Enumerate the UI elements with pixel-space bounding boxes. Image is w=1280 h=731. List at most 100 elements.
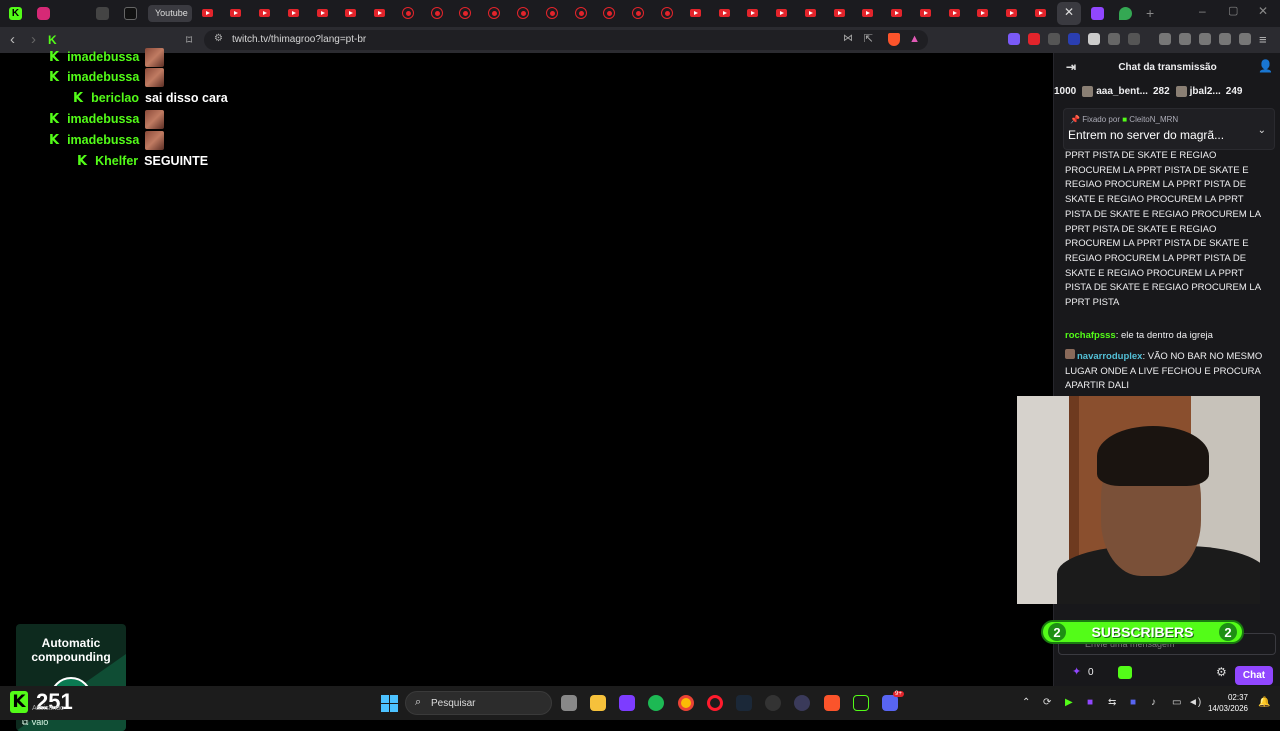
close-window-button[interactable]: ✕ bbox=[1258, 4, 1268, 18]
users-icon[interactable]: 👤 bbox=[1258, 59, 1273, 73]
extension-icon[interactable] bbox=[1048, 33, 1060, 45]
steam-icon[interactable] bbox=[736, 695, 752, 711]
chrome-icon[interactable] bbox=[678, 695, 694, 711]
music-icon[interactable] bbox=[1159, 33, 1171, 45]
minimize-button[interactable]: – bbox=[1199, 4, 1206, 18]
spotify-icon[interactable] bbox=[648, 695, 664, 711]
site-info-icon[interactable]: ⚙ bbox=[214, 33, 223, 44]
sidebar-icon[interactable] bbox=[1179, 33, 1191, 45]
stream-video[interactable]: Kimadebussa Kimadebussa Kbericlao sai disso… bbox=[0, 47, 1053, 731]
youtube-icon[interactable] bbox=[259, 9, 270, 17]
tab-icon[interactable] bbox=[96, 7, 109, 20]
youtube-icon[interactable] bbox=[776, 9, 787, 17]
maps-tab-icon[interactable] bbox=[1119, 7, 1132, 20]
youtube-icon[interactable] bbox=[719, 9, 730, 17]
gifter-entry[interactable]: aaa_bent... 282 bbox=[1082, 85, 1170, 97]
new-tab-button[interactable]: + bbox=[1146, 5, 1154, 21]
app-icon[interactable] bbox=[794, 695, 810, 711]
microphone-icon[interactable]: ♪ bbox=[1151, 697, 1156, 708]
share-icon[interactable]: ⇱ bbox=[864, 32, 873, 45]
tray-icon[interactable]: ⇆ bbox=[1108, 697, 1116, 708]
chevron-up-icon[interactable]: ⌃ bbox=[1022, 697, 1030, 708]
youtube-icon[interactable] bbox=[202, 9, 213, 17]
chat-username[interactable]: navarroduplex bbox=[1077, 351, 1142, 362]
file-explorer-icon[interactable] bbox=[590, 695, 606, 711]
extension-icon[interactable] bbox=[1008, 33, 1020, 45]
back-button[interactable]: ‹ bbox=[10, 31, 15, 49]
reader-mode-icon[interactable]: ⋈ bbox=[843, 33, 853, 44]
youtube-icon[interactable] bbox=[603, 7, 615, 19]
app-icon[interactable] bbox=[619, 695, 635, 711]
youtube-icon[interactable] bbox=[920, 9, 931, 17]
tray-icon[interactable]: ⟳ bbox=[1043, 697, 1051, 708]
gifter-entry[interactable]: 1000 bbox=[1054, 86, 1076, 97]
opera-icon[interactable] bbox=[707, 695, 723, 711]
youtube-icon[interactable] bbox=[977, 9, 988, 17]
youtube-icon[interactable] bbox=[546, 7, 558, 19]
volume-icon[interactable]: ◄) bbox=[1188, 697, 1201, 708]
app-icon[interactable] bbox=[853, 695, 869, 711]
extension-icon[interactable] bbox=[1088, 33, 1100, 45]
brave-rewards-icon[interactable]: ▲ bbox=[909, 33, 920, 45]
youtube-icon[interactable] bbox=[402, 7, 414, 19]
brave-shield-icon[interactable] bbox=[888, 33, 900, 46]
windows-start-icon[interactable] bbox=[381, 695, 398, 712]
pinned-message[interactable]: 📌 Fixado por ■ CleitoN_MRN Entrem no ser… bbox=[1063, 108, 1275, 150]
youtube-icon[interactable] bbox=[459, 7, 471, 19]
url-field[interactable]: ⚙ twitch.tv/thimagroo?lang=pt-br ⋈ ⇱ ▲ bbox=[204, 30, 928, 50]
extension-icon[interactable] bbox=[1068, 33, 1080, 45]
points-icon[interactable]: ✦ bbox=[1072, 665, 1081, 678]
chat-username[interactable]: rochafpsss bbox=[1065, 330, 1116, 341]
youtube-icon[interactable] bbox=[488, 7, 500, 19]
puzzle-icon[interactable] bbox=[1108, 33, 1120, 45]
twitch-tab-icon[interactable] bbox=[1091, 7, 1104, 20]
forward-button[interactable]: › bbox=[31, 31, 36, 49]
youtube-icon[interactable] bbox=[517, 7, 529, 19]
maximize-button[interactable]: ▢ bbox=[1228, 4, 1238, 17]
youtube-tab[interactable]: Youtube bbox=[148, 5, 192, 22]
youtube-icon[interactable] bbox=[690, 9, 701, 17]
youtube-icon[interactable] bbox=[1006, 9, 1017, 17]
menu-icon[interactable]: ≡ bbox=[1259, 31, 1267, 49]
youtube-icon[interactable] bbox=[891, 9, 902, 17]
youtube-icon[interactable] bbox=[345, 9, 356, 17]
tray-icon[interactable]: ■ bbox=[1087, 697, 1093, 708]
instagram-tab-icon[interactable] bbox=[37, 7, 50, 20]
task-view-icon[interactable] bbox=[561, 695, 577, 711]
youtube-icon[interactable] bbox=[1035, 9, 1046, 17]
active-tab[interactable]: ✕ bbox=[1057, 2, 1081, 25]
bookmark-icon[interactable]: ⌑ bbox=[186, 31, 192, 49]
collapse-chat-icon[interactable]: ⇥ bbox=[1066, 60, 1076, 74]
url-text[interactable]: twitch.tv/thimagroo?lang=pt-br bbox=[232, 34, 366, 45]
vpn-icon[interactable] bbox=[1239, 33, 1251, 45]
youtube-icon[interactable] bbox=[374, 9, 385, 17]
youtube-icon[interactable] bbox=[431, 7, 443, 19]
youtube-icon[interactable] bbox=[317, 9, 328, 17]
kick-tab-icon[interactable]: K bbox=[9, 7, 22, 20]
tray-icon[interactable]: ▶ bbox=[1065, 697, 1073, 708]
youtube-icon[interactable] bbox=[949, 9, 960, 17]
notification-icon[interactable]: 🔔 bbox=[1258, 697, 1270, 708]
youtube-icon[interactable] bbox=[805, 9, 816, 17]
youtube-icon[interactable] bbox=[834, 9, 845, 17]
youtube-icon[interactable] bbox=[661, 7, 673, 19]
brave-icon[interactable] bbox=[824, 695, 840, 711]
youtube-icon[interactable] bbox=[575, 7, 587, 19]
tab-icon[interactable] bbox=[124, 7, 137, 20]
youtube-icon[interactable] bbox=[747, 9, 758, 17]
send-chat-button[interactable]: Chat bbox=[1235, 666, 1273, 685]
tray-icon[interactable]: ■ bbox=[1130, 697, 1136, 708]
gifter-entry[interactable]: jbal2... 249 bbox=[1175, 85, 1242, 97]
settings-icon[interactable]: ⚙ bbox=[1216, 665, 1227, 679]
network-icon[interactable]: ▭ bbox=[1172, 697, 1181, 708]
wallet-icon[interactable] bbox=[1199, 33, 1211, 45]
close-tab-icon[interactable]: ✕ bbox=[1064, 5, 1074, 19]
system-clock[interactable]: 02:37 14/03/2026 bbox=[1208, 692, 1248, 714]
taskbar-search[interactable]: ⌕ Pesquisar bbox=[405, 691, 552, 715]
emote-menu-icon[interactable] bbox=[1118, 666, 1132, 679]
ai-icon[interactable] bbox=[1219, 33, 1231, 45]
youtube-icon[interactable] bbox=[230, 9, 241, 17]
youtube-icon[interactable] bbox=[632, 7, 644, 19]
extension-icon[interactable] bbox=[1128, 33, 1140, 45]
chevron-down-icon[interactable]: ⌄ bbox=[1258, 125, 1266, 136]
